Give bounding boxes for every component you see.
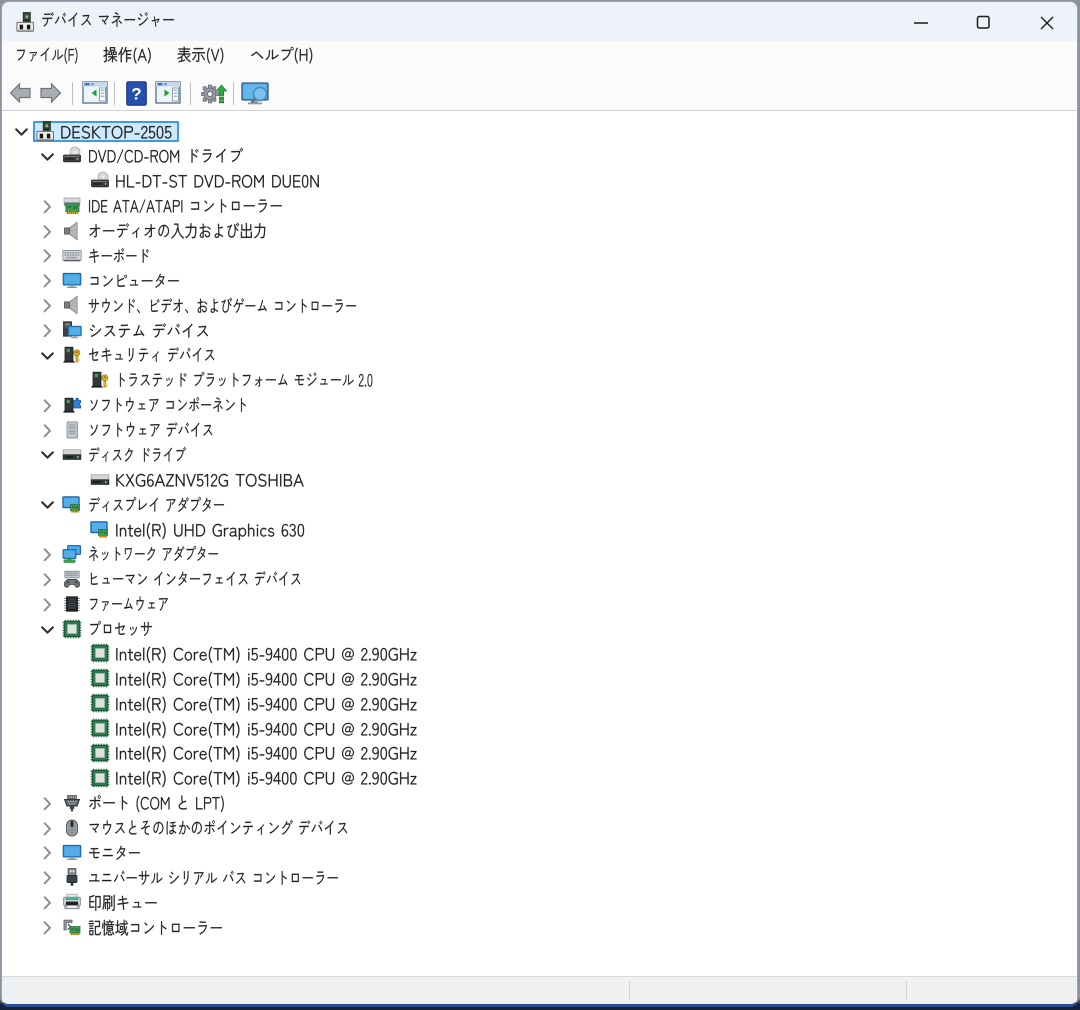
svg-text:?: ? bbox=[131, 85, 141, 104]
